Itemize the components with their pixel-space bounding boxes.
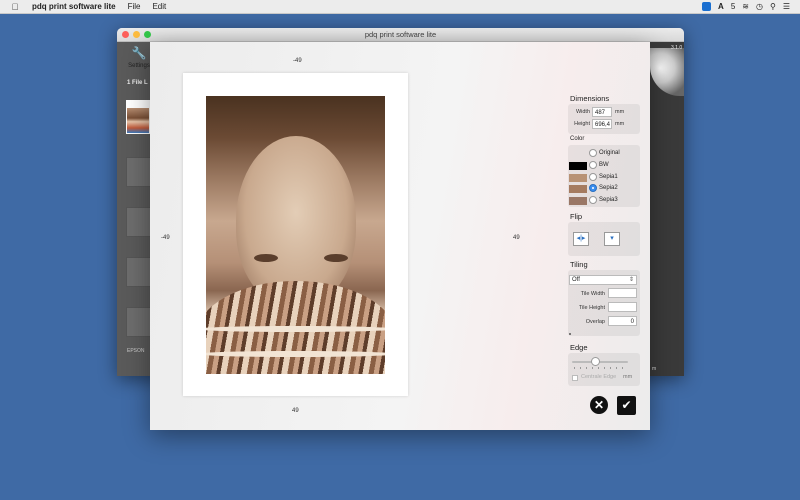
bottom-unit: m — [652, 366, 657, 372]
wrench-icon: 🔧 — [131, 46, 147, 60]
radio-original[interactable] — [589, 149, 597, 157]
radio-sepia2[interactable] — [589, 184, 597, 192]
zoom-window-button[interactable] — [144, 31, 151, 38]
flip-title: Flip — [570, 212, 583, 221]
file-thumbnail[interactable] — [126, 100, 150, 134]
apple-icon[interactable]:  — [10, 2, 20, 12]
height-unit: mm — [615, 121, 625, 127]
slider-ticks — [574, 367, 628, 369]
tile-height-label: Tile Height — [578, 305, 605, 311]
tile-width-field[interactable] — [608, 288, 637, 298]
empty-slot[interactable] — [126, 157, 152, 187]
window-title: pdq print software lite — [117, 28, 684, 42]
tiling-mode-value: Off — [572, 277, 580, 283]
width-unit: mm — [615, 109, 625, 115]
flip-horizontal-icon[interactable]: ◂|▸ — [573, 232, 589, 246]
color-label: BW — [599, 162, 609, 168]
close-window-button[interactable] — [122, 31, 129, 38]
color-swatch — [569, 197, 587, 205]
offset-top: -49 — [293, 58, 302, 64]
file-list-label: 1 File L — [127, 80, 148, 86]
wifi-icon[interactable]: ≋ — [742, 2, 749, 11]
color-swatch — [569, 162, 587, 170]
menu-bar:  pdq print software lite File Edit A 5 … — [0, 0, 800, 14]
offset-right: 49 — [513, 235, 520, 241]
empty-slot[interactable] — [126, 207, 152, 237]
radio-sepia3[interactable] — [589, 196, 597, 204]
offset-bottom: 49 — [292, 408, 299, 414]
chevron-updown-icon: ⇕ — [628, 277, 634, 283]
search-icon[interactable]: ⚲ — [770, 2, 776, 11]
centrale-edge-label: Centrale Edge — [581, 374, 617, 380]
empty-slot[interactable] — [126, 307, 152, 337]
confirm-button[interactable]: ✔ — [617, 396, 636, 415]
width-label: Width — [575, 109, 590, 115]
color-option-sepia3[interactable]: Sepia3 — [569, 196, 641, 206]
color-label: Sepia1 — [599, 174, 618, 180]
overlap-label: Overlap — [585, 319, 605, 325]
eye-graphic — [254, 254, 278, 262]
color-option-original[interactable]: Original — [569, 149, 641, 159]
edge-slider-track[interactable] — [572, 361, 628, 363]
settings-button[interactable]: 🔧 Settings — [125, 46, 153, 76]
color-option-sepia2[interactable]: Sepia2 — [569, 184, 641, 194]
globe-graphic — [650, 48, 684, 96]
fan-band — [206, 326, 385, 332]
height-field[interactable]: 696,4 — [592, 119, 612, 129]
app-menu[interactable]: pdq print software lite — [32, 2, 116, 11]
tile-height-field[interactable] — [608, 302, 637, 312]
color-label: Sepia3 — [599, 197, 618, 203]
close-icon: ✕ — [593, 398, 605, 412]
radio-sepia1[interactable] — [589, 173, 597, 181]
list-icon[interactable]: ☰ — [783, 2, 790, 11]
color-option-bw[interactable]: BW — [569, 161, 641, 171]
checkmark-icon: ✔ — [621, 398, 632, 412]
status-badge: 5 — [730, 2, 736, 11]
edit-menu[interactable]: Edit — [152, 2, 166, 11]
cancel-button[interactable]: ✕ — [590, 396, 608, 414]
offset-left: -49 — [161, 235, 170, 241]
edge-unit: mm — [623, 374, 633, 380]
version-label: 3.1.0 — [671, 45, 683, 51]
tiling-title: Tiling — [570, 260, 588, 269]
adobe-icon[interactable]: A — [718, 2, 724, 11]
photo-preview[interactable] — [206, 96, 385, 374]
width-field[interactable]: 487 — [592, 107, 612, 117]
file-menu[interactable]: File — [128, 2, 141, 11]
tile-width-label: Tile Width — [580, 291, 605, 297]
status-area: A 5 ≋ ◷ ⚲ ☰ — [702, 0, 790, 13]
minimize-window-button[interactable] — [133, 31, 140, 38]
color-label: Sepia2 — [599, 185, 618, 191]
color-swatch — [569, 185, 587, 193]
dot-marker — [569, 333, 571, 335]
edge-title: Edge — [570, 343, 588, 352]
edge-slider-knob[interactable] — [591, 357, 600, 366]
color-swatch — [569, 174, 587, 182]
clock-icon[interactable]: ◷ — [756, 2, 763, 11]
app-status-icon[interactable] — [702, 2, 712, 11]
color-option-sepia1[interactable]: Sepia1 — [569, 173, 641, 183]
printer-label: EPSON — [127, 348, 145, 354]
overlap-field[interactable]: 0 — [608, 316, 637, 326]
flip-vertical-icon[interactable]: ▾ — [604, 232, 620, 246]
dimensions-title: Dimensions — [570, 94, 610, 103]
color-title: Color — [570, 136, 585, 142]
empty-slot[interactable] — [126, 257, 152, 287]
settings-label: Settings — [128, 63, 150, 69]
edge-group — [568, 353, 640, 386]
centrale-edge-checkbox[interactable] — [572, 375, 578, 381]
preview-strip — [650, 42, 684, 376]
tiling-mode-select[interactable]: Off ⇕ — [569, 275, 637, 285]
height-label: Height — [574, 121, 590, 127]
eye-graphic — [324, 254, 348, 262]
radio-bw[interactable] — [589, 161, 597, 169]
color-label: Original — [599, 150, 620, 156]
fan-band — [206, 351, 385, 357]
